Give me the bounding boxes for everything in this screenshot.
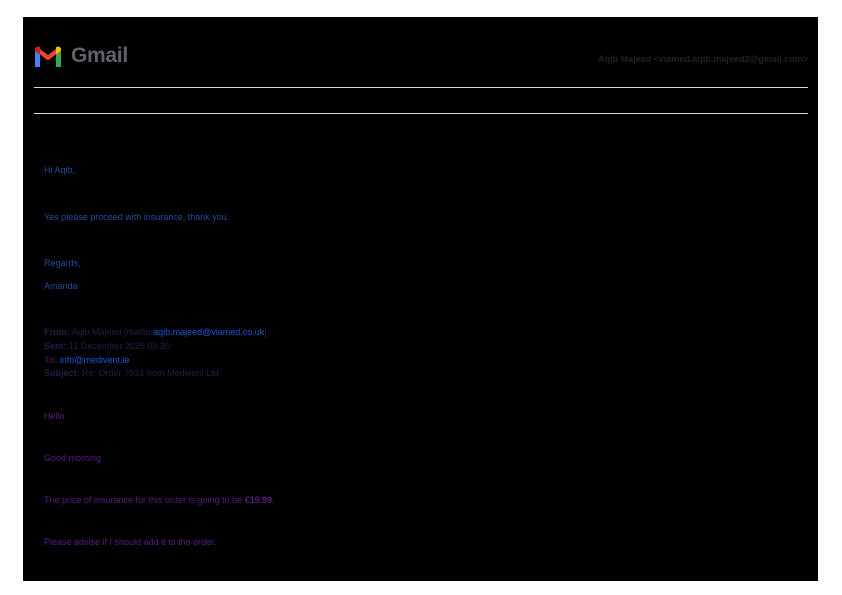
quoted-good-morning: Good morning <box>44 453 102 463</box>
subject-divider <box>34 113 808 114</box>
to-label: To: <box>44 355 58 365</box>
from-label: From: <box>44 327 70 337</box>
quoted-from-line: From: Aqib Majeed [mailto:aqib.majeed@vi… <box>44 327 267 337</box>
to-email-link[interactable]: info@medivent.ie <box>60 355 130 365</box>
email-print-page: Gmail Aqib Majeed <viamed.aqib.majeed2@g… <box>23 17 818 581</box>
subject-value: Re: Order 7933 from Medivent Ltd <box>82 368 219 378</box>
reply-signoff: Regards, <box>44 258 81 268</box>
from-name: Aqib Majeed [mailto: <box>71 327 154 337</box>
account-label: Aqib Majeed <viamed.aqib.majeed2@gmail.c… <box>598 54 808 64</box>
from-close: ] <box>264 327 267 337</box>
price-value: €19.99. <box>244 495 275 505</box>
sent-value: 11 December 2025 09:35 <box>69 341 170 351</box>
header-divider <box>34 87 808 88</box>
quoted-subject-line: Subject: Re: Order 7933 from Medivent Lt… <box>44 368 219 378</box>
quoted-to-line: To: info@medivent.ie <box>44 355 130 365</box>
gmail-logo: Gmail <box>33 44 128 68</box>
quoted-advise: Please advise if I should add it to the … <box>44 537 217 547</box>
from-email-link[interactable]: aqib.majeed@viamed.co.uk <box>153 327 264 337</box>
quoted-hello: Hello <box>44 411 65 421</box>
reply-name: Amanda <box>44 281 78 291</box>
gmail-icon <box>35 46 61 67</box>
quoted-sent-line: Sent: 11 December 2025 09:35 <box>44 341 170 351</box>
quoted-price-line: The price of insurance for this order is… <box>44 495 275 505</box>
sent-label: Sent: <box>44 341 67 351</box>
reply-message: Yes please proceed with insurance, thank… <box>44 212 230 222</box>
price-text: The price of insurance for this order is… <box>44 495 245 505</box>
reply-greeting: Hi Aqib, <box>44 165 76 175</box>
subject-label: Subject: <box>44 368 80 378</box>
gmail-wordmark: Gmail <box>71 44 128 67</box>
